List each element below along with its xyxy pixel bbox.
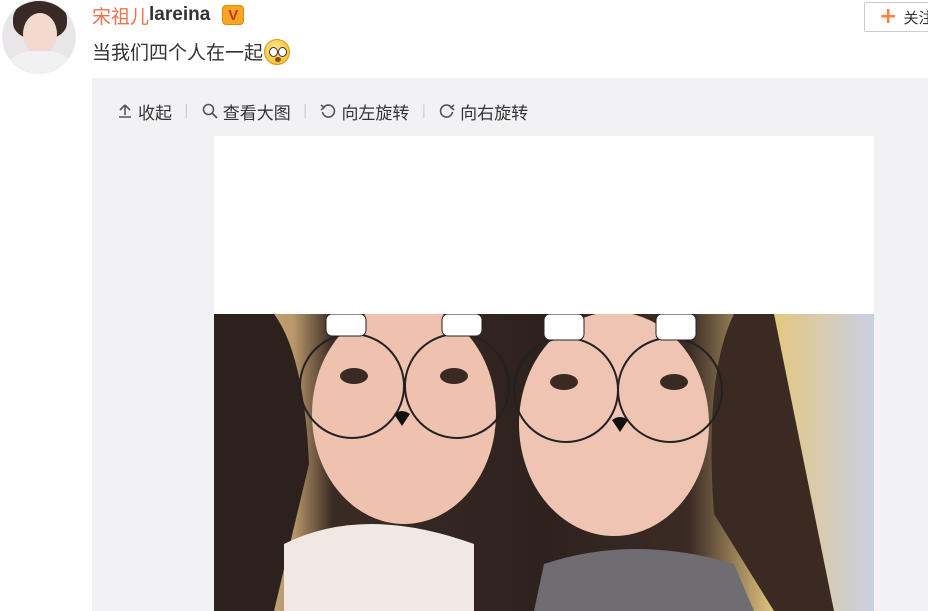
follow-button[interactable]: + 关注 [864, 2, 928, 32]
image-toolbar: 收起 | 查看大图 | 向左旋转 | 向右旋转 [116, 98, 528, 124]
view-large-button[interactable]: 查看大图 [201, 99, 291, 124]
toolbar-divider: | [421, 103, 427, 119]
avatar-face [23, 13, 57, 55]
post-text-content: 当我们四个人在一起 [92, 42, 264, 64]
verified-badge-icon: V [222, 5, 245, 25]
post-text: 当我们四个人在一起 [92, 38, 291, 65]
toolbar-divider: | [184, 103, 189, 119]
selfie-image [214, 314, 874, 611]
username-cn[interactable]: 宋祖儿 [92, 2, 149, 29]
plus-icon: + [879, 4, 898, 29]
post-photo[interactable] [214, 136, 874, 611]
user-name-row: 宋祖儿 lareina V [92, 2, 245, 29]
view-large-label: 查看大图 [222, 103, 291, 124]
collapse-up-icon [119, 104, 131, 118]
selfie-illustration [214, 314, 834, 611]
avatar-body [9, 51, 71, 73]
avatar[interactable] [2, 0, 76, 74]
rotate-right-label: 向右旋转 [460, 103, 529, 124]
collapse-button[interactable]: 收起 [116, 99, 172, 124]
rotate-left-button[interactable]: 向左旋转 [319, 99, 409, 124]
thinking-emoji-icon [264, 38, 291, 65]
follow-label: 关注 [903, 8, 928, 27]
rotate-right-icon [439, 104, 455, 118]
rotate-left-label: 向左旋转 [341, 103, 410, 124]
username-en[interactable]: lareina [149, 4, 210, 26]
magnify-icon [202, 103, 218, 119]
collapse-label: 收起 [138, 103, 172, 124]
rotate-left-icon [320, 104, 336, 118]
toolbar-divider: | [302, 103, 308, 119]
rotate-right-button[interactable]: 向右旋转 [438, 99, 528, 124]
